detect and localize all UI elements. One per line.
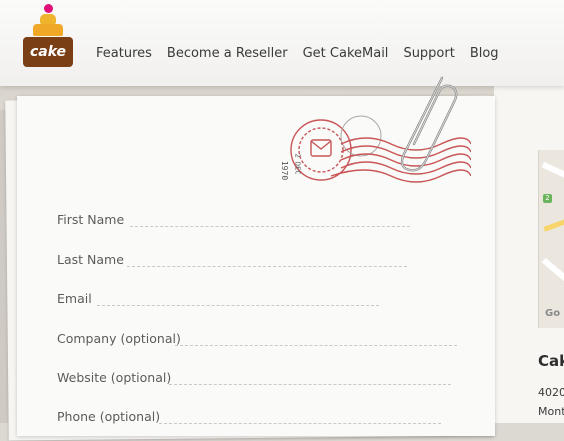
website-field[interactable]: Website (optional) — [57, 370, 467, 390]
site-header: cake Features Become a Reseller Get Cake… — [0, 0, 564, 86]
website-input-line[interactable] — [169, 384, 451, 385]
logo-tier-top — [40, 14, 56, 24]
first-name-input-line[interactable] — [130, 226, 410, 227]
map-road — [541, 161, 564, 185]
email-field[interactable]: Email — [57, 291, 417, 311]
contact-address-line: 4020 — [538, 386, 564, 399]
first-name-label: First Name — [57, 212, 125, 227]
nav-become-reseller[interactable]: Become a Reseller — [167, 46, 288, 61]
nav-get-cakemail[interactable]: Get CakeMail — [303, 46, 389, 61]
phone-field[interactable]: Phone (optional) — [57, 409, 467, 429]
stamp-small-text: 2 DEC — [293, 153, 302, 175]
email-label: Email — [57, 291, 92, 306]
last-name-label: Last Name — [57, 252, 124, 267]
logo-cherry — [44, 4, 53, 13]
map-road — [541, 257, 564, 289]
website-label: Website (optional) — [57, 370, 172, 385]
phone-label: Phone (optional) — [57, 409, 161, 424]
contact-title: Cak — [538, 352, 564, 370]
contact-city-line: Mont — [538, 405, 564, 418]
stamp-date: 1970 — [280, 160, 290, 181]
location-map[interactable]: 2 Go — [538, 150, 564, 328]
map-provider-logo: Go — [545, 308, 561, 319]
first-name-field[interactable]: First Name — [57, 212, 417, 232]
logo-wordmark: cake — [23, 37, 73, 67]
nav-support[interactable]: Support — [403, 46, 454, 61]
map-highway — [543, 213, 564, 232]
last-name-field[interactable]: Last Name — [57, 252, 417, 272]
cake-logo[interactable]: cake — [22, 4, 74, 68]
company-input-line[interactable] — [175, 345, 457, 346]
map-route-badge: 2 — [543, 194, 552, 203]
paperclip-icon — [400, 76, 458, 172]
main-nav: Features Become a Reseller Get CakeMail … — [96, 46, 499, 61]
email-input-line[interactable] — [97, 305, 379, 306]
company-label: Company (optional) — [57, 331, 181, 346]
phone-input-line[interactable] — [159, 423, 441, 424]
nav-features[interactable]: Features — [96, 46, 152, 61]
nav-blog[interactable]: Blog — [470, 46, 499, 61]
company-field[interactable]: Company (optional) — [57, 331, 467, 351]
logo-tier-middle — [33, 24, 63, 36]
last-name-input-line[interactable] — [127, 266, 407, 267]
